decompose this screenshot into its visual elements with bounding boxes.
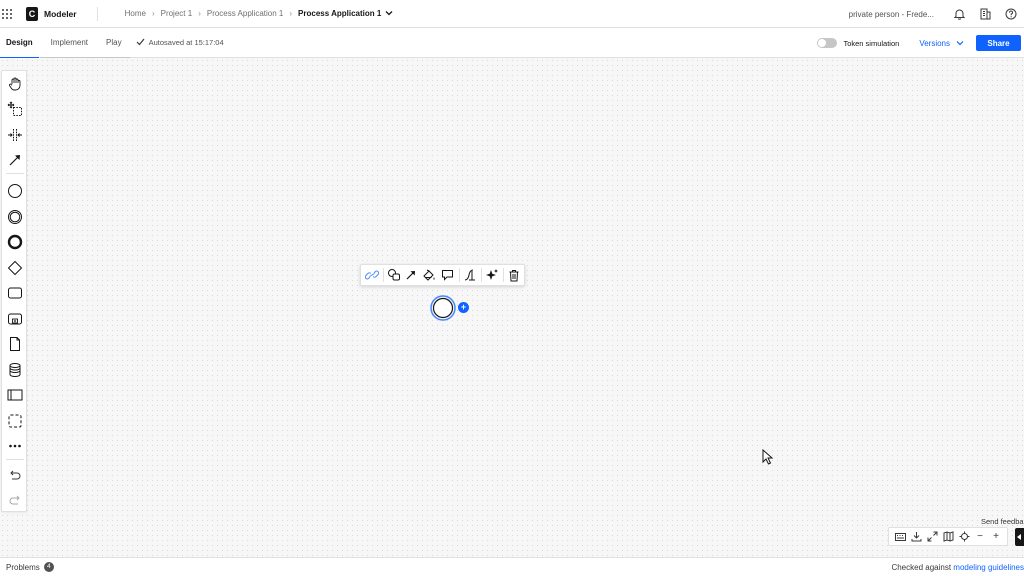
change-type-icon[interactable] xyxy=(460,265,480,285)
tab-design[interactable]: Design xyxy=(0,28,39,59)
ai-sparkle-icon[interactable] xyxy=(482,265,502,285)
data-store-icon[interactable] xyxy=(2,360,28,380)
top-header: C Modeler Home › Project 1 › Process App… xyxy=(0,0,1024,28)
user-name[interactable]: private person - Frede... xyxy=(849,10,934,19)
token-simulation-toggle[interactable] xyxy=(817,38,838,48)
problems-button[interactable]: Problems 4 xyxy=(6,562,54,572)
zoom-in-icon[interactable]: + xyxy=(989,530,1003,544)
end-event-icon[interactable] xyxy=(2,232,28,252)
tool-palette xyxy=(1,70,27,512)
start-event-icon[interactable] xyxy=(2,181,28,201)
autosave-text: Autosaved at 15:17:04 xyxy=(148,38,224,47)
undo-icon[interactable] xyxy=(2,465,28,485)
tab-implement[interactable]: Implement xyxy=(45,28,94,58)
guidelines-prefix: Checked against xyxy=(891,562,952,572)
app-name: Modeler xyxy=(44,8,77,19)
share-button[interactable]: Share xyxy=(976,35,1021,51)
side-panel-toggle[interactable] xyxy=(1015,528,1024,546)
help-icon[interactable] xyxy=(998,0,1024,28)
problems-label: Problems xyxy=(6,562,40,572)
breadcrumb-process-application[interactable]: Process Application 1 xyxy=(207,9,284,18)
send-feedback-link[interactable]: Send feedba xyxy=(981,517,1024,526)
color-icon[interactable] xyxy=(419,265,439,285)
palette-separator xyxy=(6,173,24,174)
checkmark-icon xyxy=(136,38,145,48)
problems-count-badge: 4 xyxy=(43,562,54,572)
gateway-icon[interactable] xyxy=(2,258,28,278)
chevron-right-icon: › xyxy=(289,9,293,18)
chevron-down-icon xyxy=(956,41,964,46)
lasso-tool-icon[interactable] xyxy=(2,99,28,119)
mode-bar-actions: Token simulation Versions Share xyxy=(817,28,1021,58)
connect-arrow-icon[interactable] xyxy=(401,265,421,285)
token-simulation-label: Token simulation xyxy=(843,38,900,48)
hand-tool-icon[interactable] xyxy=(2,74,28,94)
data-object-icon[interactable] xyxy=(2,334,28,354)
versions-button[interactable]: Versions xyxy=(919,39,964,48)
guidelines-status: Checked against modeling guidelines xyxy=(891,563,1024,572)
mouse-cursor-icon xyxy=(762,448,774,467)
space-tool-icon[interactable] xyxy=(2,125,28,145)
more-icon[interactable] xyxy=(2,436,28,456)
chevron-right-icon: › xyxy=(198,9,201,18)
camunda-logo: C xyxy=(26,6,38,21)
start-event-shape[interactable] xyxy=(430,295,456,321)
group-icon[interactable] xyxy=(2,411,28,431)
tab-play[interactable]: Play xyxy=(100,28,128,58)
pool-icon[interactable] xyxy=(2,385,28,405)
breadcrumb-home[interactable]: Home xyxy=(125,9,146,18)
minimap-icon[interactable] xyxy=(941,530,955,544)
canvas-controls: − + xyxy=(888,527,1008,546)
header-actions: private person - Frede... xyxy=(849,0,1024,28)
center-icon[interactable] xyxy=(957,530,971,544)
versions-label: Versions xyxy=(919,38,950,48)
organization-icon[interactable] xyxy=(972,0,998,28)
chevron-right-icon: › xyxy=(151,9,155,18)
keyboard-icon[interactable] xyxy=(893,530,907,544)
notification-bell-icon[interactable] xyxy=(946,0,972,28)
palette-separator xyxy=(6,459,24,460)
breadcrumb: Home › Project 1 › Process Application 1… xyxy=(125,9,394,18)
zoom-out-icon[interactable]: − xyxy=(973,530,987,544)
context-pad xyxy=(360,264,525,286)
status-footer: Problems 4 Checked against modeling guid… xyxy=(0,557,1024,576)
diagram-canvas[interactable] xyxy=(0,58,1024,557)
redo-icon[interactable] xyxy=(2,490,28,510)
task-icon[interactable] xyxy=(2,283,28,303)
breadcrumb-current[interactable]: Process Application 1 xyxy=(298,9,381,18)
breadcrumb-project[interactable]: Project 1 xyxy=(161,9,193,18)
connect-tool-icon[interactable] xyxy=(2,150,28,170)
append-plus-icon[interactable]: + xyxy=(458,302,469,313)
chevron-down-icon[interactable] xyxy=(385,9,393,18)
delete-icon[interactable] xyxy=(504,265,524,285)
modeling-guidelines-link[interactable]: modeling guidelines xyxy=(953,563,1024,572)
header-divider xyxy=(96,6,98,21)
download-icon[interactable] xyxy=(909,530,923,544)
subprocess-icon[interactable] xyxy=(2,309,28,329)
autosave-status: Autosaved at 15:17:04 xyxy=(136,38,224,48)
comment-icon[interactable] xyxy=(437,265,457,285)
fullscreen-icon[interactable] xyxy=(925,530,939,544)
link-icon[interactable] xyxy=(362,265,382,285)
intermediate-event-icon[interactable] xyxy=(2,207,28,227)
app-switcher-icon[interactable] xyxy=(2,8,16,19)
